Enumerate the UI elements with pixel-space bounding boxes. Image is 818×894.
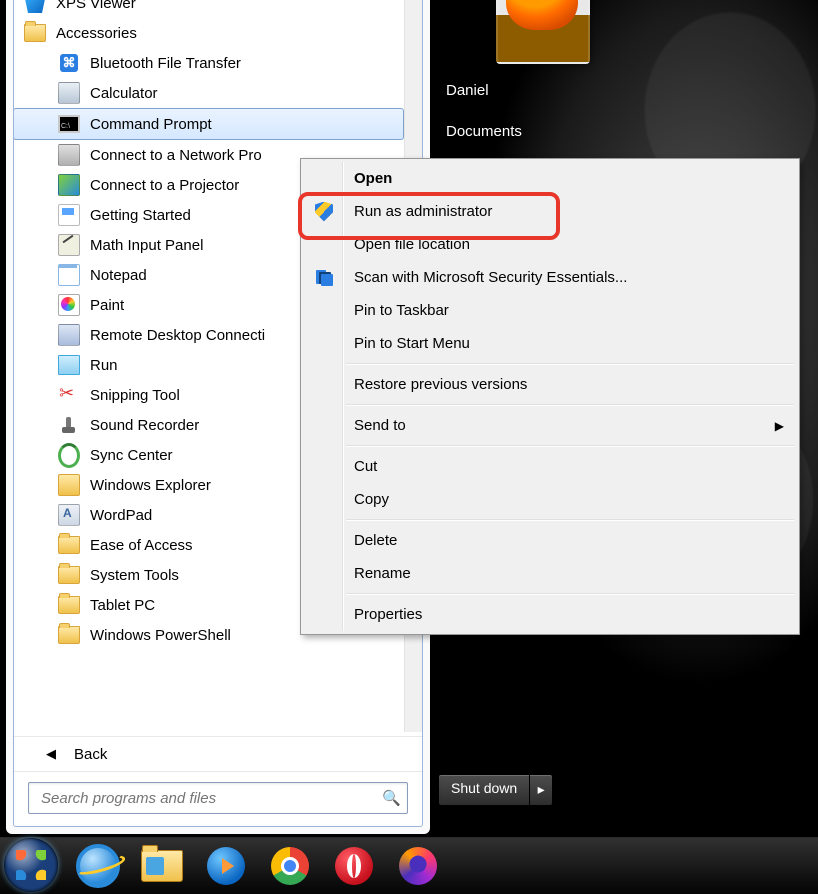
ie-icon [76, 844, 120, 888]
ctx-delete[interactable]: Delete [304, 524, 796, 557]
run-icon [58, 354, 80, 376]
wordpad-icon [58, 504, 80, 526]
rdc-icon [58, 324, 80, 346]
taskbar [0, 837, 818, 894]
cmd-icon [58, 113, 80, 135]
explorer-icon [58, 474, 80, 496]
taskbar-media-player[interactable] [202, 846, 250, 886]
program-label: Paint [90, 297, 124, 314]
program-label: Math Input Panel [90, 237, 203, 254]
ctx-properties[interactable]: Properties [304, 598, 796, 631]
search-input[interactable] [39, 789, 382, 808]
shutdown-options-arrow[interactable]: ▸ [529, 775, 552, 805]
folder-icon [58, 594, 80, 616]
mse-icon [313, 267, 335, 289]
separator [346, 593, 794, 595]
ctx-open[interactable]: Open [304, 162, 796, 195]
folder-label: Ease of Access [90, 537, 193, 554]
chrome-icon [271, 847, 309, 885]
ctx-rename[interactable]: Rename [304, 557, 796, 590]
program-label: Connect to a Network Pro [90, 147, 262, 164]
scissors-icon [58, 384, 80, 406]
program-label: Connect to a Projector [90, 177, 239, 194]
taskbar-firefox[interactable] [394, 846, 442, 886]
search-icon: 🔍 [382, 789, 401, 807]
sync-icon [58, 444, 80, 466]
ctx-pin-taskbar[interactable]: Pin to Taskbar [304, 294, 796, 327]
program-label: Sound Recorder [90, 417, 199, 434]
right-pane-user[interactable]: Daniel [432, 70, 632, 111]
scroll-up-icon[interactable]: ▲ [405, 0, 422, 3]
calculator-icon [58, 82, 80, 104]
math-input-icon [58, 234, 80, 256]
taskbar-ie[interactable] [74, 846, 122, 886]
xps-icon [24, 0, 46, 14]
program-calculator[interactable]: Calculator [14, 78, 422, 108]
program-label: Remote Desktop Connecti [90, 327, 265, 344]
getting-started-icon [58, 204, 80, 226]
folder-icon [58, 534, 80, 556]
program-label: Run [90, 357, 118, 374]
firefox-icon [399, 847, 437, 885]
ctx-cut[interactable]: Cut [304, 450, 796, 483]
taskbar-explorer[interactable] [138, 846, 186, 886]
start-orb[interactable] [4, 838, 58, 892]
notepad-icon [58, 264, 80, 286]
ctx-copy[interactable]: Copy [304, 483, 796, 516]
shutdown-button[interactable]: Shut down ▸ [438, 774, 553, 806]
start-right-pane: Daniel Documents [432, 70, 632, 152]
ctx-open-file-location[interactable]: Open file location [304, 228, 796, 261]
microphone-icon [58, 414, 80, 436]
taskbar-chrome[interactable] [266, 846, 314, 886]
folder-icon [58, 564, 80, 586]
back-label: Back [74, 746, 107, 763]
search-box[interactable]: 🔍 [28, 782, 408, 814]
program-xps-viewer[interactable]: XPS Viewer [14, 0, 422, 18]
ctx-scan-mse[interactable]: Scan with Microsoft Security Essentials.… [304, 261, 796, 294]
program-label: Getting Started [90, 207, 191, 224]
program-command-prompt[interactable]: Command Prompt [14, 108, 404, 140]
folder-icon [24, 22, 46, 44]
separator [346, 404, 794, 406]
folder-label: Accessories [56, 25, 137, 42]
ctx-pin-start[interactable]: Pin to Start Menu [304, 327, 796, 360]
network-projector-icon [58, 144, 80, 166]
ctx-restore-versions[interactable]: Restore previous versions [304, 368, 796, 401]
shutdown-label: Shut down [439, 775, 529, 805]
paint-icon [58, 294, 80, 316]
file-explorer-icon [141, 850, 183, 882]
program-label: XPS Viewer [56, 0, 136, 12]
context-menu: Open Run as administrator Open file loca… [300, 158, 800, 635]
ctx-send-to[interactable]: Send to ▶ [304, 409, 796, 442]
bluetooth-icon: ⌘ [58, 52, 80, 74]
projector-icon [58, 174, 80, 196]
taskbar-opera[interactable] [330, 846, 378, 886]
program-label: Sync Center [90, 447, 173, 464]
back-arrow-icon: ◀ [46, 746, 56, 762]
shield-icon [313, 201, 335, 223]
opera-icon [335, 847, 373, 885]
program-label: Windows Explorer [90, 477, 211, 494]
folder-label: System Tools [90, 567, 179, 584]
folder-icon [58, 624, 80, 646]
submenu-arrow-icon: ▶ [775, 419, 784, 433]
folder-label: Windows PowerShell [90, 627, 231, 644]
right-pane-documents[interactable]: Documents [432, 111, 632, 152]
separator [346, 445, 794, 447]
media-player-icon [207, 847, 245, 885]
program-label: Command Prompt [90, 116, 212, 133]
program-bluetooth[interactable]: ⌘ Bluetooth File Transfer [14, 48, 422, 78]
program-label: WordPad [90, 507, 152, 524]
folder-accessories[interactable]: Accessories [14, 18, 422, 48]
back-button[interactable]: ◀ Back [14, 736, 422, 771]
program-label: Notepad [90, 267, 147, 284]
separator [346, 363, 794, 365]
ctx-run-as-admin[interactable]: Run as administrator [304, 195, 796, 228]
program-label: Calculator [90, 85, 158, 102]
folder-label: Tablet PC [90, 597, 155, 614]
program-label: Bluetooth File Transfer [90, 55, 241, 72]
separator [346, 519, 794, 521]
program-label: Snipping Tool [90, 387, 180, 404]
user-picture[interactable] [496, 0, 590, 64]
